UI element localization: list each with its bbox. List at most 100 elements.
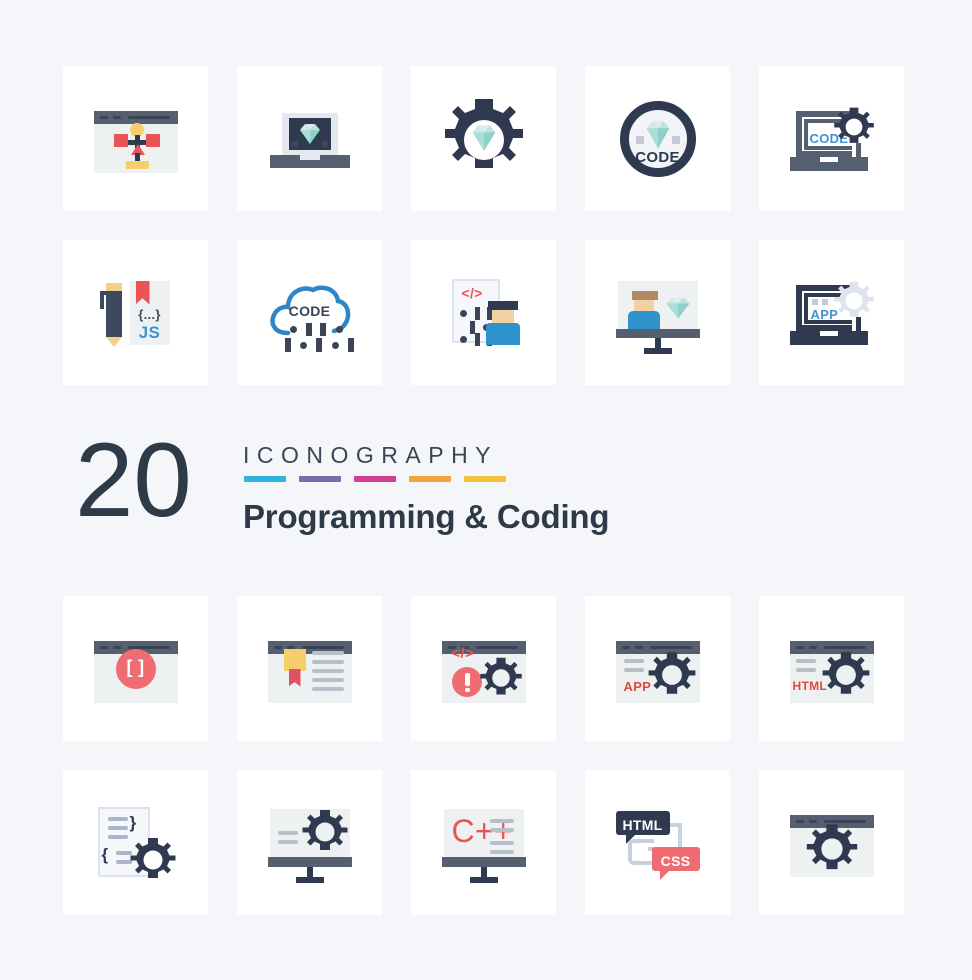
gear-shape <box>833 281 874 317</box>
person-body <box>485 322 520 345</box>
browser-brackets-icon: [ ] <box>86 619 186 719</box>
certificate-seal <box>283 648 306 671</box>
error-exclamation <box>464 672 470 686</box>
diamond-shape <box>470 123 498 158</box>
code-tag-glyph: </> <box>461 284 483 301</box>
sitemap-left-node <box>113 133 128 147</box>
app-text-lines <box>623 658 644 677</box>
document-developer-icon: </> <box>434 263 534 363</box>
brackets-label: [ ] <box>126 656 145 677</box>
brace-open-glyph: { <box>101 844 109 864</box>
monitor-foot <box>295 876 324 883</box>
gear-shape <box>648 651 695 694</box>
title-block: 20 ICONOGRAPHY Programming & Coding <box>63 420 683 570</box>
diamond-shape <box>664 295 692 326</box>
gear-shape <box>806 823 857 869</box>
badge-dot-left <box>635 135 644 144</box>
gear-shape <box>130 837 175 878</box>
html-bubble-label: HTML <box>622 816 663 833</box>
monitor-cpp-icon: C++ <box>434 793 534 893</box>
icon-row-3: [ ] </> APP HTML <box>63 596 904 741</box>
laptop-notch <box>299 154 320 160</box>
monitor-gear-icon <box>260 793 360 893</box>
gear-shape <box>833 107 874 143</box>
browser-sitemap-icon <box>86 89 186 189</box>
icon-card-browser-app-gear[interactable]: APP <box>585 596 730 741</box>
gear-diamond-icon <box>434 89 534 189</box>
laptop-notch <box>819 330 838 336</box>
icon-card-monitor-cpp[interactable]: C++ <box>411 770 556 915</box>
pencil-body <box>105 290 122 337</box>
icon-row-1: CODE CODE <box>63 66 904 211</box>
pencil-js-page-icon: {...} JS <box>86 263 186 363</box>
badge-dot-right <box>671 135 680 144</box>
browser-app-gear-icon: APP <box>608 619 708 719</box>
icon-card-cloud-code[interactable]: CODE <box>237 240 382 385</box>
color-bar-3 <box>354 476 396 482</box>
diamond-shape <box>298 122 322 151</box>
person-body <box>627 310 660 331</box>
monitor-base-bar <box>615 328 700 338</box>
gear-shape <box>479 657 522 695</box>
set-title: Programming & Coding <box>243 498 610 535</box>
gear-shape <box>302 809 347 850</box>
laptop-notch <box>819 156 838 162</box>
icon-card-html-css-bubbles[interactable]: HTML CSS <box>585 770 730 915</box>
js-label: JS <box>138 322 161 342</box>
icon-card-browser-code-error-gear[interactable]: </> <box>411 596 556 741</box>
icon-card-browser-brackets[interactable]: [ ] <box>63 596 208 741</box>
icon-card-browser-gear[interactable] <box>759 770 904 915</box>
screen-dot-right <box>321 140 328 147</box>
eyebrow-label: ICONOGRAPHY <box>243 442 499 468</box>
color-bar-1 <box>244 476 286 482</box>
monitor-foot <box>469 876 498 883</box>
gear-shape <box>822 651 869 694</box>
monitor-base-bar <box>267 856 352 867</box>
color-bar-2 <box>299 476 341 482</box>
html-text-lines <box>795 658 816 677</box>
color-bar-5 <box>464 476 506 482</box>
icon-row-2: {...} JS CODE </> APP <box>63 240 904 385</box>
cloud-code-icon: CODE <box>260 263 360 363</box>
mortarboard <box>487 300 518 310</box>
icon-card-gear-diamond[interactable] <box>411 66 556 211</box>
laptop-diamond-icon <box>260 89 360 189</box>
icon-card-laptop-app-gear[interactable]: APP <box>759 240 904 385</box>
pencil-point <box>105 336 122 347</box>
icon-card-document-braces-gear[interactable]: } { <box>63 770 208 915</box>
icon-card-laptop-diamond[interactable] <box>237 66 382 211</box>
brace-close-glyph: } <box>129 812 137 832</box>
icon-count: 20 <box>75 422 192 539</box>
html-css-bubbles-icon: HTML CSS <box>608 793 708 893</box>
sitemap-right-node <box>145 133 160 147</box>
icon-card-code-badge[interactable]: CODE <box>585 66 730 211</box>
certificate-text-lines <box>311 650 344 696</box>
icon-card-browser-html-gear[interactable]: HTML <box>759 596 904 741</box>
browser-html-gear-icon: HTML <box>782 619 882 719</box>
laptop-app-gear-icon: APP <box>782 263 882 363</box>
badge-code-label: CODE <box>635 148 680 166</box>
icon-card-browser-sitemap[interactable] <box>63 66 208 211</box>
icon-card-pencil-js-page[interactable]: {...} JS <box>63 240 208 385</box>
icon-card-laptop-code-gear[interactable]: CODE <box>759 66 904 211</box>
screen-dot-left <box>291 140 298 147</box>
braces-glyph: {...} <box>138 306 161 322</box>
doc-lines-top <box>107 816 128 844</box>
sitemap-base-node <box>125 160 149 169</box>
icon-card-monitor-developer-diamond[interactable] <box>585 240 730 385</box>
person-hair <box>631 290 658 300</box>
dot-one <box>811 298 818 305</box>
icon-card-monitor-gear[interactable] <box>237 770 382 915</box>
pencil-clip <box>99 290 104 309</box>
color-bar-4 <box>409 476 451 482</box>
monitor-base-bar <box>441 856 526 867</box>
icon-card-document-developer[interactable]: </> <box>411 240 556 385</box>
html-bubble-tail <box>625 833 636 844</box>
color-bars <box>244 476 506 482</box>
icon-card-browser-certificate[interactable] <box>237 596 382 741</box>
document-braces-gear-icon: } { <box>86 793 186 893</box>
cpp-lines-top <box>489 818 514 837</box>
browser-certificate-icon <box>260 619 360 719</box>
monitor-foot <box>643 347 672 354</box>
code-tag-glyph: </> <box>451 644 475 662</box>
